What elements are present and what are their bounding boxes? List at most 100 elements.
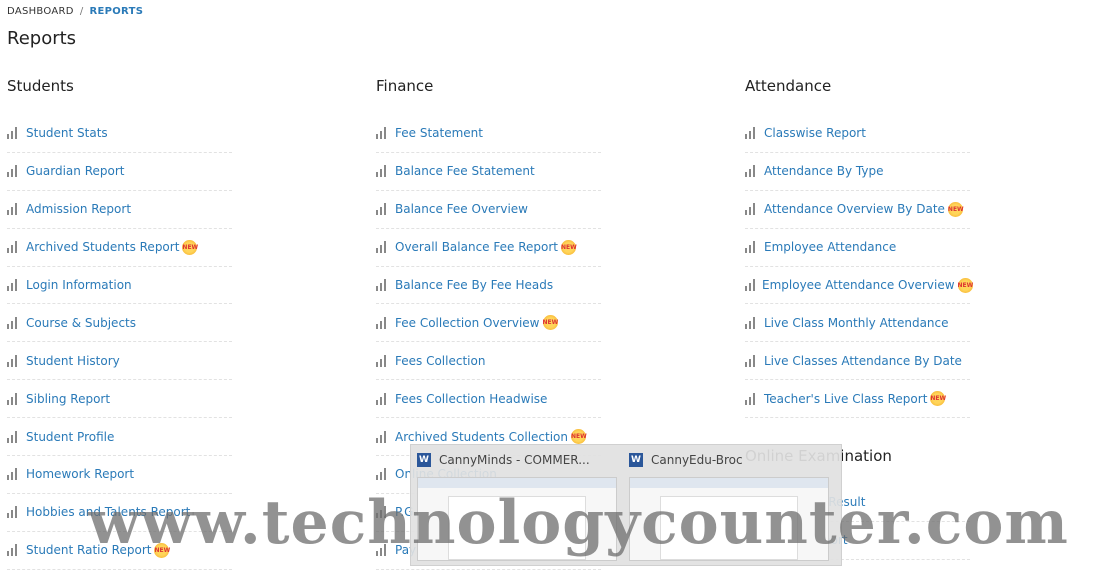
- report-link-label: Guardian Report: [26, 164, 125, 179]
- report-link-label: Fees Collection Headwise: [395, 391, 548, 406]
- bar-chart-icon: [376, 544, 388, 557]
- bar-chart-icon: [376, 392, 388, 405]
- report-link[interactable]: Live Class Monthly Attendance: [745, 304, 970, 343]
- report-link-label: Balance Fee Statement: [395, 164, 535, 179]
- bar-chart-icon: [7, 468, 19, 481]
- report-link[interactable]: Live Classes Attendance By Date: [745, 342, 970, 381]
- report-link[interactable]: Fees Collection: [376, 342, 601, 381]
- bar-chart-icon: [745, 354, 757, 367]
- report-link-label: Archived Students Report: [26, 240, 180, 255]
- new-badge-icon: NEW: [182, 239, 198, 255]
- bar-chart-icon: [7, 165, 19, 178]
- report-link[interactable]: Employee Attendance: [745, 229, 970, 267]
- word-icon: W: [629, 453, 643, 467]
- bar-chart-icon: [7, 241, 19, 254]
- bar-chart-icon: [7, 127, 19, 140]
- report-link-label: Fees Collection: [395, 353, 486, 368]
- bar-chart-icon: [745, 165, 757, 178]
- report-link-label: Balance Fee By Fee Heads: [395, 278, 554, 292]
- report-link-label: Student Ratio Report: [26, 543, 152, 558]
- bar-chart-icon: [745, 127, 757, 140]
- finance-section-title: Finance: [376, 77, 434, 95]
- page-title: Reports: [7, 28, 77, 49]
- attendance-section-title: Attendance: [745, 77, 832, 95]
- attendance-report-list: Classwise Report Attendance By Type Attend…: [745, 115, 973, 419]
- breadcrumb-current: REPORTS: [89, 6, 144, 17]
- report-link[interactable]: Attendance By Type: [745, 153, 970, 191]
- bar-chart-icon: [745, 279, 755, 291]
- report-link-label: Fee Statement: [395, 126, 483, 141]
- breadcrumb-dashboard-link[interactable]: DASHBOARD: [7, 6, 74, 17]
- report-link[interactable]: Employee Attendance Overview NEW: [745, 267, 973, 305]
- report-link[interactable]: Student Ratio Report NEW: [7, 532, 232, 570]
- bar-chart-icon: [376, 354, 388, 367]
- new-badge-icon: NEW: [154, 542, 170, 558]
- bar-chart-icon: [7, 430, 19, 443]
- report-link-label: Hobbies and Talents Report: [26, 505, 191, 520]
- students-report-list: Student Stats Guardian Report Admission Re…: [7, 115, 232, 570]
- bar-chart-icon: [745, 241, 757, 254]
- report-link[interactable]: Sibling Report: [7, 380, 232, 419]
- new-badge-icon: NEW: [560, 239, 577, 255]
- taskbar-preview-window[interactable]: W CannyEdu-Broc: [629, 451, 829, 561]
- bar-chart-icon: [745, 316, 757, 329]
- report-link-label: Fee Collection Overview: [395, 315, 540, 330]
- report-link[interactable]: Admission Report: [7, 191, 232, 229]
- bar-chart-icon: [7, 506, 19, 519]
- report-link[interactable]: Attendance Overview By Date NEW: [745, 191, 970, 229]
- report-link-label: Student Profile: [26, 429, 115, 444]
- bar-chart-icon: [7, 279, 19, 291]
- bar-chart-icon: [376, 279, 388, 291]
- report-link[interactable]: Balance Fee Statement: [376, 153, 601, 191]
- taskbar-preview-window[interactable]: W CannyMinds - COMMER...: [417, 451, 617, 561]
- report-link-label: Employee Attendance: [764, 240, 897, 255]
- report-link[interactable]: Teacher's Live Class Report NEW: [745, 380, 970, 419]
- new-badge-icon: NEW: [542, 315, 558, 331]
- bar-chart-icon: [745, 203, 757, 216]
- report-link-label: Admission Report: [26, 202, 132, 217]
- report-link-label: Student History: [26, 353, 120, 368]
- report-link-label: Login Information: [26, 278, 132, 292]
- report-link[interactable]: Hobbies and Talents Report: [7, 494, 232, 532]
- report-link[interactable]: Fee Statement: [376, 115, 601, 153]
- bar-chart-icon: [7, 354, 19, 367]
- report-link-label: Live Classes Attendance By Date: [764, 353, 962, 368]
- bar-chart-icon: [376, 165, 388, 178]
- report-link[interactable]: Archived Students Report NEW: [7, 229, 232, 267]
- report-link[interactable]: Student Stats: [7, 115, 232, 153]
- report-link[interactable]: Student Profile: [7, 418, 232, 457]
- report-link-label: Live Class Monthly Attendance: [764, 315, 949, 330]
- bar-chart-icon: [376, 316, 388, 329]
- report-link[interactable]: Login Information: [7, 267, 232, 305]
- new-badge-icon: NEW: [947, 201, 964, 217]
- bar-chart-icon: [376, 127, 388, 140]
- report-link-label: Employee Attendance Overview: [762, 278, 955, 292]
- report-link[interactable]: Fees Collection Headwise: [376, 380, 601, 419]
- report-link[interactable]: Overall Balance Fee Report NEW: [376, 229, 601, 267]
- report-link[interactable]: Homework Report: [7, 456, 232, 494]
- taskbar-preview: W CannyMinds - COMMER... W CannyEdu-Broc: [410, 444, 842, 566]
- report-link-label: Overall Balance Fee Report: [395, 240, 558, 255]
- new-badge-icon: NEW: [957, 277, 973, 293]
- report-link[interactable]: Balance Fee By Fee Heads: [376, 267, 601, 305]
- breadcrumb-separator: /: [79, 6, 84, 17]
- preview-window-title: CannyMinds - COMMER...: [439, 453, 590, 467]
- report-link-label: Archived Students Collection: [395, 429, 568, 444]
- students-section-title: Students: [7, 77, 74, 95]
- report-link-label: Attendance By Type: [764, 164, 884, 179]
- report-link-label: Balance Fee Overview: [395, 202, 528, 217]
- new-badge-icon: NEW: [930, 391, 946, 407]
- report-link-label: Teacher's Live Class Report: [764, 391, 928, 406]
- report-link[interactable]: Guardian Report: [7, 153, 232, 191]
- preview-window-title: CannyEdu-Broc: [651, 453, 743, 467]
- report-link[interactable]: Fee Collection Overview NEW: [376, 304, 601, 343]
- bar-chart-icon: [745, 392, 757, 405]
- breadcrumb: DASHBOARD / REPORTS: [7, 6, 143, 17]
- report-link[interactable]: Classwise Report: [745, 115, 970, 153]
- report-link[interactable]: Balance Fee Overview: [376, 191, 601, 229]
- bar-chart-icon: [7, 203, 19, 216]
- bar-chart-icon: [7, 544, 19, 557]
- report-link[interactable]: Course & Subjects: [7, 304, 232, 343]
- report-link[interactable]: Student History: [7, 342, 232, 381]
- bar-chart-icon: [376, 203, 388, 216]
